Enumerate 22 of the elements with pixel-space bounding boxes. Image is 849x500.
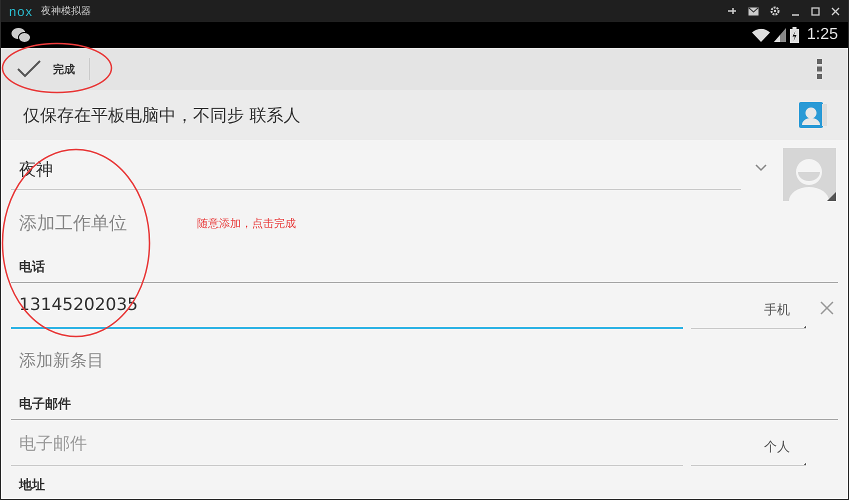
- checkmark-icon: [17, 60, 41, 78]
- settings-icon[interactable]: [770, 6, 780, 16]
- chevron-down-icon[interactable]: [755, 164, 767, 172]
- pin-icon[interactable]: [727, 6, 737, 16]
- clock-text: 1:25: [806, 26, 838, 44]
- signal-icon: [774, 28, 786, 42]
- app-logo: nox: [9, 4, 33, 18]
- close-icon[interactable]: [831, 6, 840, 16]
- battery-icon: [790, 27, 799, 43]
- account-text: 仅保存在平板电脑中，不同步 联系人: [23, 104, 300, 126]
- section-header: 电话: [18, 259, 46, 277]
- maximize-icon[interactable]: [811, 6, 820, 16]
- overflow-menu-icon[interactable]: [817, 59, 822, 79]
- section-header: 地址: [18, 477, 46, 495]
- chat-bubbles-icon: [11, 27, 31, 43]
- annotation-text: 随意添加，点击完成: [197, 216, 296, 230]
- section-header: 电子邮件: [18, 396, 72, 414]
- wifi-icon: [752, 28, 770, 42]
- window-title: 夜神模拟器: [40, 4, 91, 18]
- contact-card-icon: [798, 100, 828, 130]
- mail-icon[interactable]: [748, 6, 759, 16]
- remove-icon[interactable]: [820, 301, 834, 315]
